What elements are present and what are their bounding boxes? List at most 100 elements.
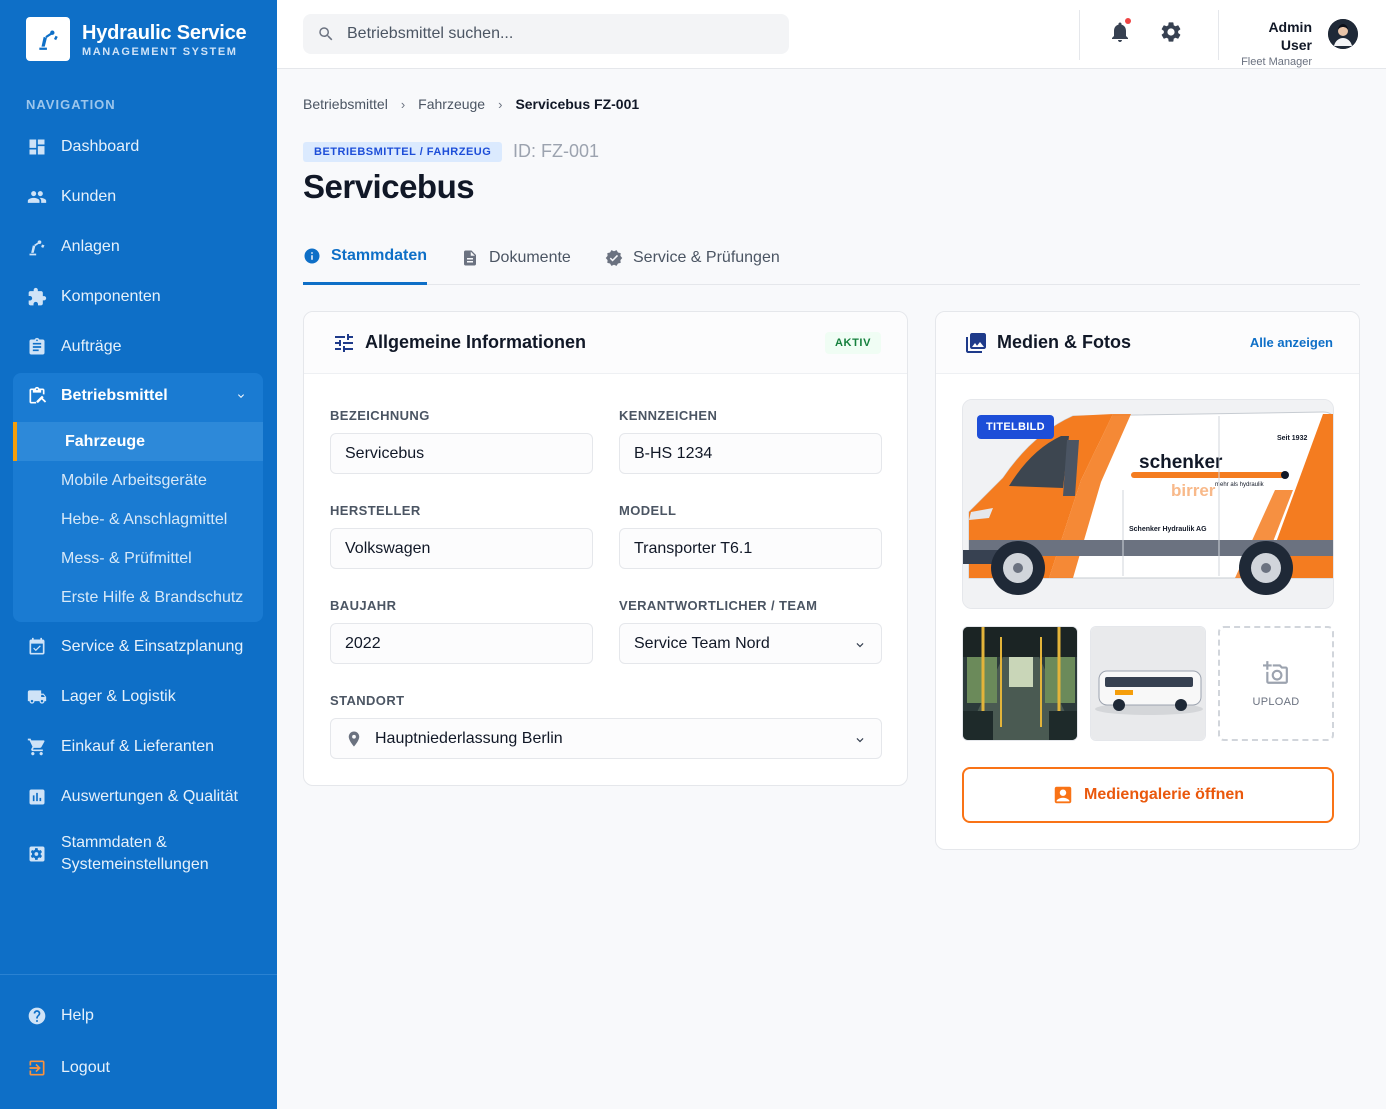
- calendar-check-icon: [27, 637, 47, 657]
- hersteller-input[interactable]: [345, 539, 592, 558]
- user-info[interactable]: Admin User Fleet Manager: [1238, 18, 1312, 70]
- bezeichnung-input[interactable]: [345, 444, 592, 463]
- kennzeichen-input[interactable]: [634, 444, 881, 463]
- sidebar-item-label: Aufträge: [61, 338, 122, 355]
- gallery-button-label: Mediengalerie öffnen: [1083, 786, 1245, 803]
- label-team: VERANTWORTLICHER / TEAM: [619, 598, 818, 613]
- upload-button[interactable]: UPLOAD: [1218, 626, 1334, 741]
- baujahr-input[interactable]: [345, 634, 592, 653]
- sidebar-item-stammdaten-systemeinstellungen[interactable]: Stammdaten & Systemeinstellungen: [13, 830, 263, 878]
- sidebar-item-service-einsatzplanung[interactable]: Service & Einsatzplanung: [13, 627, 263, 667]
- people-icon: [27, 187, 47, 207]
- van-since: Seit 1932: [1277, 435, 1307, 442]
- sidebar-subitem-hebe-anschlagmittel[interactable]: Hebe- & Anschlagmittel: [13, 500, 263, 539]
- modell-input[interactable]: [634, 539, 881, 558]
- topbar-divider: [1218, 10, 1219, 60]
- notification-dot: [1125, 18, 1131, 24]
- sidebar-group-label: Betriebsmittel: [61, 387, 168, 404]
- primary-photo[interactable]: schenker birrer mehr als hydraulik Seit …: [962, 399, 1334, 609]
- sidebar-item-help[interactable]: Help: [13, 996, 263, 1036]
- settings-button[interactable]: [1157, 18, 1185, 46]
- breadcrumb-item[interactable]: Betriebsmittel: [303, 96, 388, 112]
- label-bezeichnung: BEZEICHNUNG: [330, 408, 430, 423]
- sidebar-item-label: Einkauf & Lieferanten: [61, 738, 214, 755]
- gallery-person-icon: [1054, 786, 1072, 804]
- cart-icon: [27, 737, 47, 757]
- sidebar-item-label: Help: [61, 1007, 94, 1024]
- sidebar-item-logout[interactable]: Logout: [13, 1048, 263, 1088]
- chevron-down-icon: [238, 394, 244, 398]
- add-camera-icon: [1263, 660, 1288, 684]
- baujahr-field[interactable]: [330, 623, 593, 664]
- brand[interactable]: Hydraulic Service MANAGEMENT SYSTEM: [26, 17, 247, 61]
- sidebar-item-label: Lager & Logistik: [61, 688, 176, 705]
- modell-field[interactable]: [619, 528, 882, 569]
- search-box[interactable]: [303, 14, 789, 54]
- sidebar-item-dashboard[interactable]: Dashboard: [13, 127, 263, 167]
- avatar[interactable]: [1328, 19, 1358, 49]
- app-subtitle: MANAGEMENT SYSTEM: [82, 45, 238, 58]
- breadcrumb-current: Servicebus FZ-001: [515, 96, 640, 112]
- location-pin-icon: [345, 730, 363, 748]
- sidebar-item-auswertungen-qualitaet[interactable]: Auswertungen & Qualität: [13, 777, 263, 817]
- photo-thumbnail-bus-interior[interactable]: [962, 626, 1078, 741]
- tab-service-pruefungen[interactable]: Service & Prüfungen: [605, 230, 780, 285]
- card-header: Allgemeine Informationen AKTIV: [304, 312, 907, 374]
- photo-library-icon: [964, 331, 988, 355]
- hersteller-field[interactable]: [330, 528, 593, 569]
- breadcrumb: Betriebsmittel › Fahrzeuge › Servicebus …: [303, 96, 639, 112]
- dashboard-icon: [27, 137, 47, 157]
- sidebar-item-betriebsmittel[interactable]: Betriebsmittel: [13, 373, 263, 419]
- tab-dokumente[interactable]: Dokumente: [461, 230, 571, 285]
- standort-select[interactable]: Hauptniederlassung Berlin: [330, 718, 882, 759]
- sidebar-item-kunden[interactable]: Kunden: [13, 177, 263, 217]
- chevron-right-icon: ›: [400, 96, 406, 112]
- sidebar-item-label: Stammdaten & Systemeinstellungen: [61, 834, 209, 873]
- label-hersteller: HERSTELLER: [330, 503, 421, 518]
- search-input[interactable]: [347, 25, 767, 43]
- nav-heading: NAVIGATION: [26, 97, 116, 112]
- asset-id: ID: FZ-001: [513, 141, 600, 161]
- show-all-link[interactable]: Alle anzeigen: [1250, 335, 1333, 350]
- tab-label: Stammdaten: [331, 247, 428, 264]
- sidebar-item-lager-logistik[interactable]: Lager & Logistik: [13, 677, 263, 717]
- sidebar-item-label: Komponenten: [61, 288, 161, 305]
- tab-stammdaten[interactable]: Stammdaten: [303, 230, 428, 285]
- status-badge: AKTIV: [825, 332, 881, 354]
- chart-icon: [27, 787, 47, 807]
- card-header: Medien & Fotos Alle anzeigen: [936, 312, 1359, 374]
- sidebar-item-auftraege[interactable]: Aufträge: [13, 327, 263, 367]
- sidebar-item-komponenten[interactable]: Komponenten: [13, 277, 263, 317]
- sidebar-item-anlagen[interactable]: Anlagen: [13, 227, 263, 267]
- sidebar-item-label: Dashboard: [61, 138, 140, 155]
- kennzeichen-field[interactable]: [619, 433, 882, 474]
- card-title: Allgemeine Informationen: [365, 332, 587, 352]
- sidebar-subitem-erste-hilfe[interactable]: Erste Hilfe & Brandschutz: [13, 578, 263, 617]
- photo-thumbnail-bus-exterior[interactable]: [1090, 626, 1206, 741]
- sidebar-item-label: Service & Einsatzplanung: [61, 638, 244, 655]
- van-brand: schenker: [1139, 452, 1223, 473]
- van-company: Schenker Hydraulik AG: [1129, 526, 1207, 533]
- sidebar-group-betriebsmittel: Betriebsmittel Fahrzeuge Mobile Arbeitsg…: [13, 373, 263, 622]
- truck-icon: [27, 687, 47, 707]
- puzzle-icon: [27, 287, 47, 307]
- team-select[interactable]: Service Team Nord: [619, 623, 882, 664]
- title-image-badge: TITELBILD: [977, 415, 1054, 439]
- label-modell: MODELL: [619, 503, 677, 518]
- sidebar-subitem-fahrzeuge[interactable]: Fahrzeuge: [13, 422, 263, 461]
- bezeichnung-field[interactable]: [330, 433, 593, 474]
- sidebar-item-label: Kunden: [61, 188, 117, 205]
- chevron-down-icon: [856, 643, 864, 648]
- topbar-divider: [1079, 10, 1080, 60]
- notifications-button[interactable]: [1106, 18, 1134, 46]
- sidebar-subitem-mess-pruefmittel[interactable]: Mess- & Prüfmittel: [13, 539, 263, 578]
- equipment-icon: [27, 386, 47, 406]
- open-gallery-button[interactable]: Mediengalerie öffnen: [962, 767, 1334, 823]
- sidebar-item-einkauf-lieferanten[interactable]: Einkauf & Lieferanten: [13, 727, 263, 767]
- breadcrumb-item[interactable]: Fahrzeuge: [418, 96, 485, 112]
- sidebar-subitem-mobile-arbeitsgeraete[interactable]: Mobile Arbeitsgeräte: [13, 461, 263, 500]
- tune-icon: [332, 331, 356, 355]
- label-standort: STANDORT: [330, 693, 405, 708]
- type-badge: BETRIEBSMITTEL / FAHRZEUG: [303, 142, 503, 162]
- clipboard-icon: [27, 337, 47, 357]
